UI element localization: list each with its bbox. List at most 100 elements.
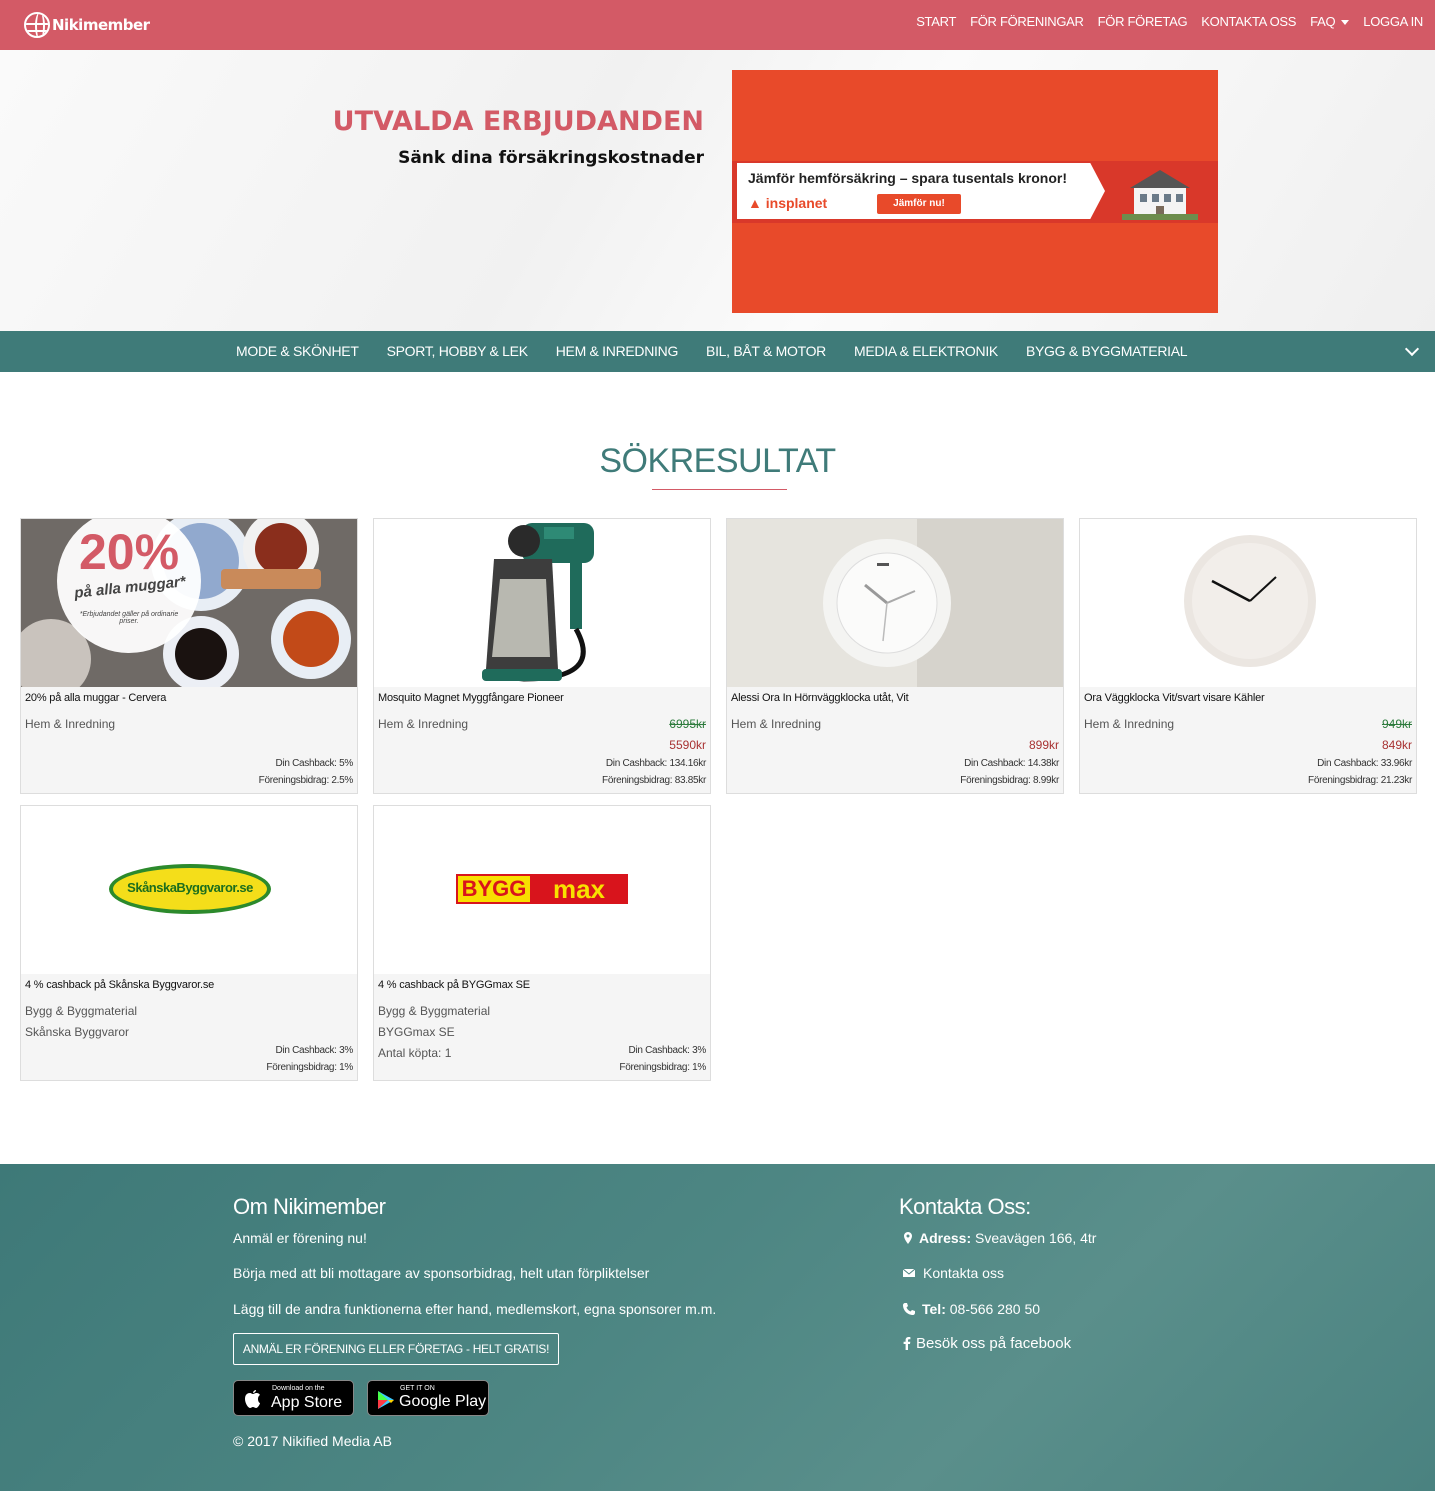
caret-down-icon <box>1341 20 1350 26</box>
about-line-2: Börja med att bli mottagare av sponsorbi… <box>233 1265 650 1281</box>
wall-clock-illustration <box>1184 535 1316 667</box>
skanska-logo-text: SkånskaByggvaror.se <box>127 880 253 895</box>
main-menu: START FÖR FÖRENINGAR FÖR FÖRETAG KONTAKT… <box>916 14 1423 29</box>
address-label: Adress: <box>919 1230 972 1246</box>
appstore-small-text: Download on the <box>272 1385 325 1392</box>
product-card[interactable]: Ora Väggklocka Vit/svart visare Kähler H… <box>1079 518 1417 794</box>
title-underline <box>652 489 787 490</box>
tel-label: Tel: <box>922 1301 946 1317</box>
product-card[interactable]: Alessi Ora In Hörnväggklocka utåt, Vit H… <box>726 518 1064 794</box>
category-bil-bat-motor[interactable]: BIL, BÅT & MOTOR <box>706 343 826 359</box>
copyright: © 2017 Nikified Media AB <box>233 1433 392 1449</box>
app-store-badge[interactable]: Download on the App Store <box>233 1380 354 1416</box>
banner-cta-button[interactable]: Jämför nu! <box>877 194 961 214</box>
store-title[interactable]: 4 % cashback på Skånska Byggvaror.se <box>25 979 214 991</box>
phone-icon <box>903 1303 915 1315</box>
map-marker-icon <box>904 1232 912 1244</box>
foreningsbidrag: Föreningsbidrag: 2.5% <box>258 775 354 786</box>
old-price: 6995kr <box>669 717 706 731</box>
cashback: Din Cashback: 3% <box>628 1045 707 1056</box>
signup-button[interactable]: ANMÄL ER FÖRENING ELLER FÖRETAG - HELT G… <box>233 1333 559 1365</box>
address-value: Sveavägen 166, 4tr <box>975 1230 1097 1246</box>
category-hem-inredning[interactable]: HEM & INREDNING <box>556 343 679 359</box>
contact-phone: Tel: 08-566 280 50 <box>922 1301 1040 1317</box>
globe-icon <box>24 12 50 38</box>
insplanet-ad-banner[interactable]: Jämför hemförsäkring – spara tusentals k… <box>732 70 1218 313</box>
product-image-mugs: 20% på alla muggar* *Erbjudandet gäller … <box>21 519 357 687</box>
promo-note: *Erbjudandet gäller på ordinarie priser. <box>79 611 179 625</box>
category-mode-skonhet[interactable]: MODE & SKÖNHET <box>236 343 359 359</box>
store-name: BYGGmax SE <box>378 1025 455 1039</box>
byggmax-logo-bygg: BYGG <box>458 876 530 902</box>
hero-title: UTVALDA ERBJUDANDEN <box>332 106 704 137</box>
product-title[interactable]: Mosquito Magnet Myggfångare Pioneer <box>378 692 564 704</box>
about-title: Om Nikimember <box>233 1194 386 1219</box>
product-title[interactable]: Alessi Ora In Hörnväggklocka utåt, Vit <box>731 692 909 704</box>
googleplay-small-text: GET IT ON <box>400 1385 435 1392</box>
product-category: Hem & Inredning <box>25 717 116 731</box>
nav-faq-label: FAQ <box>1310 14 1336 29</box>
cashback: Din Cashback: 3% <box>275 1045 354 1056</box>
category-media-elektronik[interactable]: MEDIA & ELEKTRONIK <box>854 343 998 359</box>
contact-address: Adress: Sveavägen 166, 4tr <box>919 1230 1096 1246</box>
category-bygg-byggmaterial[interactable]: BYGG & BYGGMATERIAL <box>1026 343 1188 359</box>
top-navbar: Nikimember START FÖR FÖRENINGAR FÖR FÖRE… <box>0 0 1435 50</box>
cashback: Din Cashback: 33.96kr <box>1317 758 1412 769</box>
banner-brand: ▲ insplanet <box>748 195 827 211</box>
banner-brand-name: insplanet <box>765 195 828 211</box>
logo[interactable]: Nikimember <box>24 10 150 40</box>
corner-clock-illustration <box>727 519 1063 687</box>
facebook-link[interactable]: Besök oss på facebook <box>916 1335 1071 1352</box>
product-image-mosquito <box>374 519 710 687</box>
nav-kontakta-oss[interactable]: KONTAKTA OSS <box>1201 14 1296 29</box>
appstore-big-text: App Store <box>271 1394 343 1411</box>
store-card[interactable]: BYGG max 4 % cashback på BYGGmax SE Bygg… <box>373 805 711 1081</box>
tel-value[interactable]: 08-566 280 50 <box>950 1301 1040 1317</box>
facebook-icon <box>903 1337 911 1350</box>
cashback: Din Cashback: 134.16kr <box>605 758 706 769</box>
nav-for-foretag[interactable]: FÖR FÖRETAG <box>1098 14 1188 29</box>
chevron-down-icon[interactable] <box>1404 341 1420 357</box>
apple-icon <box>245 1390 260 1408</box>
store-card[interactable]: SkånskaByggvaror.se 4 % cashback på Skån… <box>20 805 358 1081</box>
nav-faq-dropdown[interactable]: FAQ <box>1310 14 1350 29</box>
store-name: Skånska Byggvaror <box>25 1025 130 1039</box>
product-category: Hem & Inredning <box>378 717 469 731</box>
banner-headline: Jämför hemförsäkring – spara tusentals k… <box>748 170 1067 186</box>
mosquito-trap-illustration <box>482 523 594 682</box>
promo-percent: 20% <box>78 524 180 580</box>
product-image-corner-clock <box>727 519 1063 687</box>
product-title[interactable]: 20% på alla muggar - Cervera <box>25 692 166 704</box>
results-title: SÖKRESULTAT <box>599 442 836 480</box>
price: 849kr <box>1381 738 1412 752</box>
product-title[interactable]: Ora Väggklocka Vit/svart visare Kähler <box>1084 692 1265 704</box>
nav-for-foreningar[interactable]: FÖR FÖRENINGAR <box>970 14 1084 29</box>
nav-logga-in[interactable]: LOGGA IN <box>1363 14 1423 29</box>
insplanet-logo-icon: ▲ <box>748 195 766 211</box>
store-category: Bygg & Byggmaterial <box>25 1004 138 1018</box>
category-sport-hobby-lek[interactable]: SPORT, HOBBY & LEK <box>387 343 528 359</box>
footer: Om Nikimember Anmäl er förening nu! Börj… <box>0 1164 1435 1491</box>
googleplay-big-text: Google Play <box>399 1393 487 1410</box>
envelope-icon <box>903 1268 915 1277</box>
foreningsbidrag: Föreningsbidrag: 21.23kr <box>1308 775 1412 786</box>
product-card[interactable]: 20% på alla muggar* *Erbjudandet gäller … <box>20 518 358 794</box>
house-icon <box>1122 170 1198 220</box>
cashback: Din Cashback: 14.38kr <box>964 758 1059 769</box>
product-card[interactable]: Mosquito Magnet Myggfångare Pioneer Hem … <box>373 518 711 794</box>
nav-start[interactable]: START <box>916 14 956 29</box>
hero-section: UTVALDA ERBJUDANDEN Sänk dina försäkring… <box>0 50 1435 331</box>
google-play-badge[interactable]: GET IT ON Google Play <box>367 1380 489 1416</box>
about-line-3: Lägg till de andra funktionerna efter ha… <box>233 1301 717 1317</box>
price: 899kr <box>1028 738 1059 752</box>
product-category: Hem & Inredning <box>1084 717 1175 731</box>
store-logo-skanska: SkånskaByggvaror.se <box>21 806 357 974</box>
about-line-1: Anmäl er förening nu! <box>233 1230 367 1246</box>
contact-link[interactable]: Kontakta oss <box>923 1265 1004 1281</box>
logo-text: Nikimember <box>52 16 150 34</box>
store-logo-byggmax: BYGG max <box>374 806 710 974</box>
store-title[interactable]: 4 % cashback på BYGGmax SE <box>378 979 530 991</box>
old-price: 949kr <box>1381 717 1412 731</box>
bought-count: Antal köpta: 1 <box>378 1046 452 1060</box>
product-image-wall-clock <box>1080 519 1416 687</box>
